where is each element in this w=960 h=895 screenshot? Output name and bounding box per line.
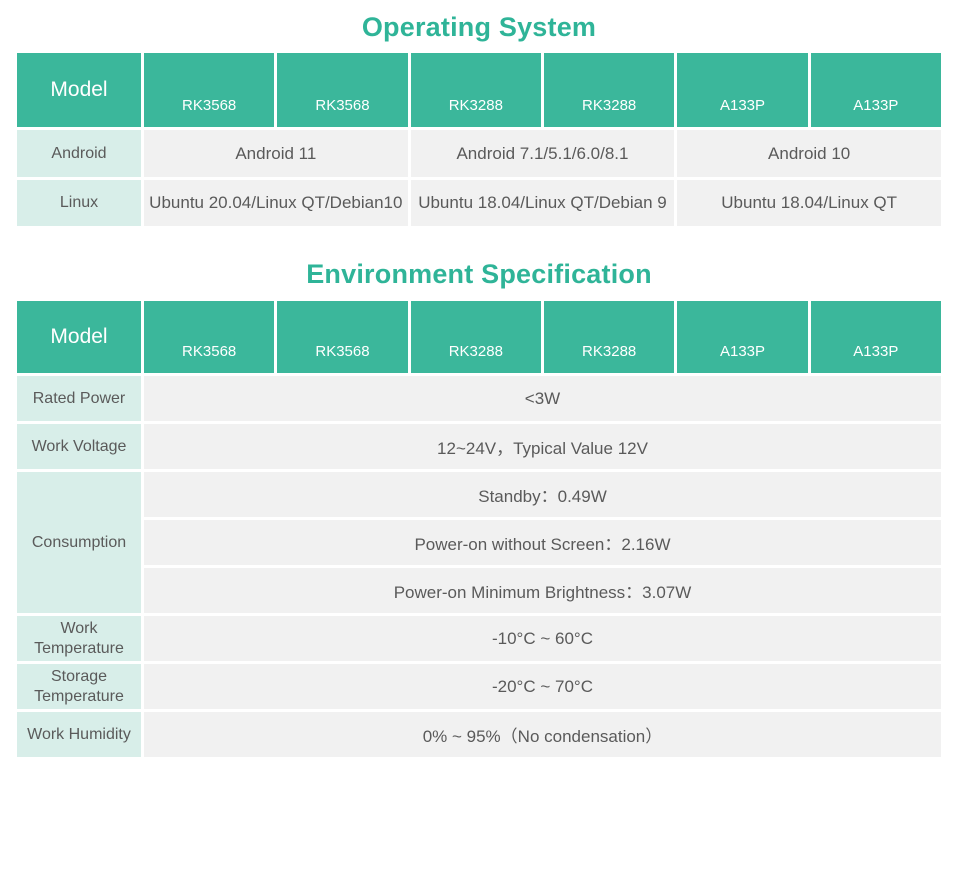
env-row-label-work-voltage: Work Voltage <box>17 424 141 469</box>
os-table-title: Operating System <box>17 12 941 43</box>
env-value-work-voltage: 12~24V，Typical Value 12V <box>144 424 941 469</box>
env-row-label-consumption: Consumption <box>17 472 141 613</box>
os-column-header-rk3288-1: RK3288 <box>411 53 541 127</box>
os-table: Model RK3568 RK3568 RK3288 RK3288 A133P … <box>17 53 941 226</box>
env-row-label-work-temperature: Work Temperature <box>17 616 141 661</box>
env-column-header-rk3568-1: RK3568 <box>144 301 274 373</box>
os-model-header-cell: Model <box>17 53 141 127</box>
env-column-header-rk3288-2: RK3288 <box>544 301 674 373</box>
os-row-label-linux: Linux <box>17 180 141 226</box>
env-column-header-rk3568-2: RK3568 <box>277 301 407 373</box>
env-value-storage-temperature: -20°C ~ 70°C <box>144 664 941 709</box>
os-value-linux-rk3288: Ubuntu 18.04/Linux QT/Debian 9 <box>411 180 675 226</box>
os-row-label-android: Android <box>17 130 141 177</box>
os-column-header-rk3288-2: RK3288 <box>544 53 674 127</box>
env-table-title: Environment Specification <box>17 259 941 290</box>
os-value-android-rk3568: Android 11 <box>144 130 408 177</box>
env-value-consumption-min-brightness: Power-on Minimum Brightness：3.07W <box>144 568 941 613</box>
env-value-rated-power: <3W <box>144 376 941 421</box>
env-table: Model RK3568 RK3568 RK3288 RK3288 A133P … <box>17 301 941 757</box>
os-column-header-rk3568-2: RK3568 <box>277 53 407 127</box>
os-column-header-a133p-2: A133P <box>811 53 941 127</box>
env-value-work-temperature: -10°C ~ 60°C <box>144 616 941 661</box>
env-value-consumption-power-on: Power-on without Screen：2.16W <box>144 520 941 565</box>
env-row-label-storage-temperature: Storage Temperature <box>17 664 141 709</box>
env-model-header-cell: Model <box>17 301 141 373</box>
env-value-work-humidity: 0% ~ 95%（No condensation） <box>144 712 941 757</box>
env-row-label-rated-power: Rated Power <box>17 376 141 421</box>
env-column-header-a133p-2: A133P <box>811 301 941 373</box>
env-value-consumption-standby: Standby：0.49W <box>144 472 941 517</box>
os-value-android-rk3288: Android 7.1/5.1/6.0/8.1 <box>411 130 675 177</box>
env-row-label-work-humidity: Work Humidity <box>17 712 141 757</box>
os-value-linux-a133p: Ubuntu 18.04/Linux QT <box>677 180 941 226</box>
os-value-linux-rk3568: Ubuntu 20.04/Linux QT/Debian10 <box>144 180 408 226</box>
os-column-header-a133p-1: A133P <box>677 53 807 127</box>
env-column-header-rk3288-1: RK3288 <box>411 301 541 373</box>
os-column-header-rk3568-1: RK3568 <box>144 53 274 127</box>
os-value-android-a133p: Android 10 <box>677 130 941 177</box>
env-column-header-a133p-1: A133P <box>677 301 807 373</box>
